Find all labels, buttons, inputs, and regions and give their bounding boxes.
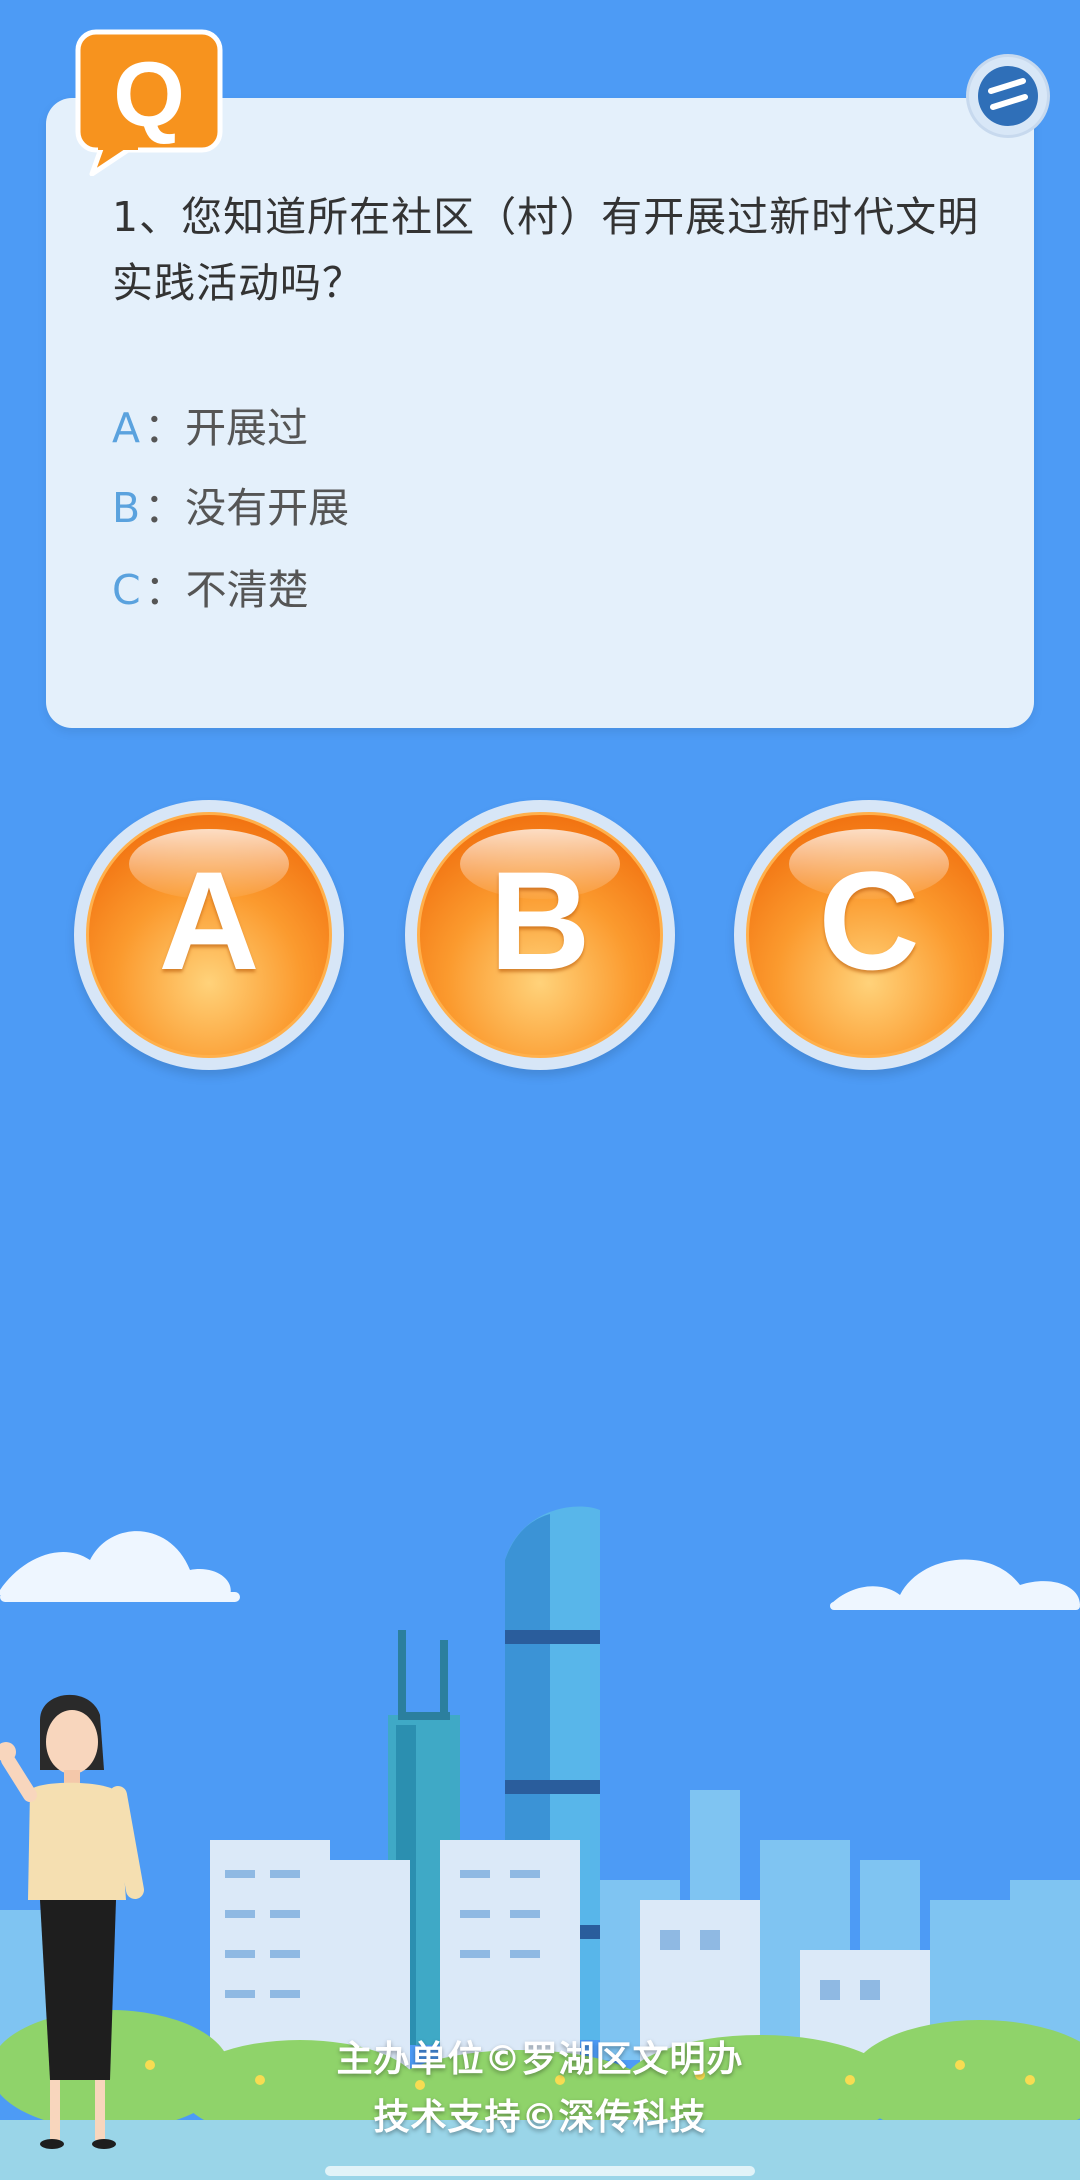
answer-c-label: C bbox=[818, 842, 920, 999]
option-letter: C bbox=[112, 566, 141, 614]
answer-b-button[interactable]: B bbox=[405, 800, 675, 1070]
cloud-left bbox=[0, 1531, 240, 1602]
organizer-credit: 主办单位©罗湖区文明办 bbox=[336, 2039, 744, 2080]
option-text: 开展过 bbox=[185, 404, 309, 452]
option-text: 没有开展 bbox=[185, 484, 350, 532]
cloud-right bbox=[830, 1559, 1080, 1610]
question-text: 1、您知道所在社区（村）有开展过新时代文明实践活动吗？ bbox=[112, 193, 980, 307]
tech-support-credit: 技术支持©深传科技 bbox=[373, 2097, 707, 2138]
option-separator: ： bbox=[144, 484, 186, 532]
home-indicator[interactable] bbox=[325, 2166, 755, 2176]
answer-c-button[interactable]: C bbox=[734, 800, 1004, 1070]
menu-button[interactable] bbox=[966, 54, 1050, 138]
answer-b-label: B bbox=[489, 842, 591, 999]
q-speech-bubble-icon: Q bbox=[75, 29, 223, 176]
option-separator: ： bbox=[144, 404, 186, 452]
q-badge-letter: Q bbox=[113, 44, 185, 146]
menu-icon bbox=[978, 66, 1038, 126]
answer-a-button[interactable]: A bbox=[74, 800, 344, 1070]
option-c: C：不清楚 bbox=[112, 556, 309, 616]
option-b: B：没有开展 bbox=[112, 474, 349, 534]
option-separator: ： bbox=[144, 566, 186, 614]
answer-a-label: A bbox=[158, 842, 260, 999]
option-letter: A bbox=[112, 404, 141, 452]
option-a: A：开展过 bbox=[112, 394, 308, 454]
option-text: 不清楚 bbox=[185, 566, 309, 614]
option-letter: B bbox=[112, 484, 141, 532]
